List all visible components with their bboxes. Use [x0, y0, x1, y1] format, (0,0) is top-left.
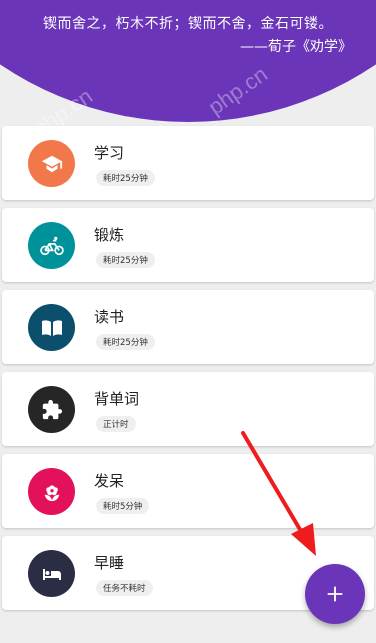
task-title: 早睡 [94, 554, 125, 572]
task-title: 学习 [94, 144, 125, 162]
task-title: 发呆 [94, 472, 125, 490]
task-card-reading[interactable]: 读书 耗时25分钟 [2, 290, 374, 364]
task-title: 锻炼 [94, 226, 125, 244]
task-card-daydream[interactable]: 发呆 耗时5分钟 [2, 454, 374, 528]
add-task-button[interactable] [305, 564, 365, 624]
task-title: 背单词 [94, 390, 140, 408]
book-icon [28, 304, 75, 351]
task-duration-badge: 正计时 [96, 416, 136, 432]
quote-attribution: ——荀子《劝学》 [240, 39, 352, 55]
task-duration-badge: 耗时5分钟 [96, 498, 150, 514]
bed-icon [28, 550, 75, 597]
task-duration-badge: 耗时25分钟 [96, 252, 155, 268]
task-card-study[interactable]: 学习 耗时25分钟 [2, 126, 374, 200]
task-title: 读书 [94, 308, 125, 326]
puzzle-icon [28, 386, 75, 433]
bicycle-icon [28, 222, 75, 269]
plus-icon [327, 586, 343, 602]
task-card-vocabulary[interactable]: 背单词 正计时 [2, 372, 374, 446]
task-card-exercise[interactable]: 锻炼 耗时25分钟 [2, 208, 374, 282]
task-duration-badge: 任务不耗时 [96, 580, 153, 596]
task-duration-badge: 耗时25分钟 [96, 334, 155, 350]
task-duration-badge: 耗时25分钟 [96, 170, 155, 186]
flower-icon [28, 468, 75, 515]
quote-text: 锲而舍之，朽木不折；锲而不舍，金石可镂。 [43, 16, 333, 32]
graduation-cap-icon [28, 140, 75, 187]
